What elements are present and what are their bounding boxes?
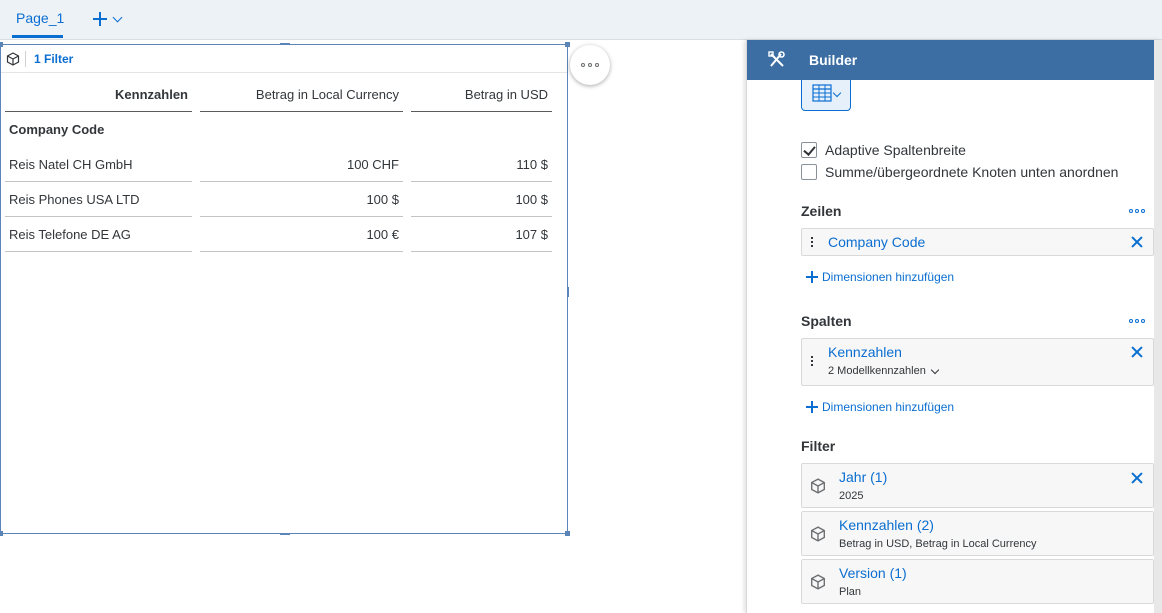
- filter-token-version[interactable]: Version (1) Plan: [801, 559, 1154, 604]
- overflow-dot: [581, 63, 585, 67]
- overflow-dot: [1135, 319, 1139, 323]
- remove-icon[interactable]: [1131, 236, 1143, 248]
- resize-handle-left[interactable]: [0, 287, 1, 297]
- model-measures-label: 2 Modellkennzahlen: [828, 365, 926, 377]
- builder-header: Builder: [747, 40, 1162, 80]
- overflow-dot: [1129, 209, 1133, 213]
- overflow-dot: [595, 63, 599, 67]
- columns-measures-token[interactable]: Kennzahlen 2 Modellkennzahlen: [801, 338, 1154, 386]
- column-header-usd[interactable]: Betrag in USD: [411, 77, 552, 112]
- column-header-measures[interactable]: Kennzahlen: [5, 77, 192, 112]
- overflow-dot: [1129, 319, 1133, 323]
- option-adaptive-column-width[interactable]: Adaptive Spaltenbreite: [801, 142, 966, 158]
- adaptive-column-width-label: Adaptive Spaltenbreite: [825, 142, 966, 158]
- model-cube-icon: [810, 574, 826, 595]
- drag-handle-icon[interactable]: [811, 356, 813, 366]
- add-page-button[interactable]: [92, 8, 132, 30]
- overflow-dot: [1141, 319, 1145, 323]
- filter-token-title[interactable]: Kennzahlen (2): [839, 517, 934, 533]
- widget-toolbar: 1 Filter: [1, 45, 567, 73]
- overflow-dot: [1141, 209, 1145, 213]
- table-widget[interactable]: 1 Filter Kennzahlen Betrag in Local Curr…: [0, 42, 570, 536]
- columns-add-dimension-button[interactable]: Dimensionen hinzufügen: [806, 400, 954, 414]
- cell-usd[interactable]: 110 $: [411, 147, 552, 182]
- add-dimension-label: Dimensionen hinzufügen: [822, 270, 955, 284]
- widget-more-actions-button[interactable]: [570, 45, 610, 85]
- table-row[interactable]: Reis Natel CH GmbH 100 CHF 110 $: [5, 147, 552, 182]
- tab-page-1[interactable]: Page_1: [16, 0, 64, 40]
- table-row[interactable]: Reis Telefone DE AG 100 € 107 $: [5, 217, 552, 252]
- overflow-dot: [588, 63, 592, 67]
- cell-local-currency[interactable]: 100 CHF: [200, 147, 403, 182]
- panel-scrollbar[interactable]: [1154, 40, 1162, 613]
- resize-handle-right[interactable]: [567, 287, 569, 297]
- resize-handle-bottom[interactable]: [280, 533, 290, 535]
- filter-token-title[interactable]: Version (1): [839, 565, 907, 581]
- model-cube-icon: [810, 526, 826, 547]
- model-cube-icon: [810, 478, 826, 499]
- row-label[interactable]: Reis Natel CH GmbH: [5, 147, 192, 182]
- rows-more-button[interactable]: [1129, 209, 1145, 213]
- chevron-down-icon: [832, 88, 842, 98]
- page-tab-bar: Page_1: [0, 0, 1162, 40]
- sum-nodes-bottom-label: Summe/übergeordnete Knoten unten anordne…: [825, 164, 1119, 180]
- plus-icon: [806, 271, 818, 283]
- chevron-down-icon: [930, 365, 940, 374]
- model-measures-dropdown[interactable]: 2 Modellkennzahlen: [828, 365, 940, 377]
- remove-icon[interactable]: [1131, 346, 1143, 358]
- rows-dimension-token[interactable]: Company Code: [801, 228, 1154, 256]
- add-dimension-label: Dimensionen hinzufügen: [822, 400, 955, 414]
- filter-count-link[interactable]: 1 Filter: [34, 52, 73, 66]
- table-header-row: Kennzahlen Betrag in Local Currency Betr…: [5, 77, 552, 112]
- builder-panel: Builder Adaptive Spaltenbreite Summe/übe…: [746, 40, 1162, 613]
- row-label[interactable]: Reis Telefone DE AG: [5, 217, 192, 252]
- overflow-dot: [1135, 209, 1139, 213]
- model-cube-icon: [3, 49, 23, 69]
- resize-handle-corner[interactable]: [0, 531, 3, 536]
- column-header-local-currency[interactable]: Betrag in Local Currency: [200, 77, 403, 112]
- tools-icon: [767, 50, 787, 70]
- cell-usd[interactable]: 107 $: [411, 217, 552, 252]
- data-table: Kennzahlen Betrag in Local Currency Betr…: [5, 77, 552, 252]
- remove-icon[interactable]: [1131, 472, 1143, 484]
- table-icon: [812, 83, 832, 107]
- chart-type-button[interactable]: [801, 80, 851, 111]
- filter-section-title: Filter: [801, 438, 836, 454]
- toolbar-divider: [25, 50, 26, 67]
- sum-nodes-bottom-checkbox[interactable]: [801, 164, 817, 180]
- filter-token-measures[interactable]: Kennzahlen (2) Betrag in USD, Betrag in …: [801, 511, 1154, 556]
- cell-usd[interactable]: 100 $: [411, 182, 552, 217]
- builder-title: Builder: [809, 52, 858, 68]
- rows-section-title: Zeilen: [801, 203, 842, 219]
- chevron-down-icon: [112, 12, 123, 22]
- row-dimension-header[interactable]: Company Code: [5, 112, 192, 147]
- filter-token-value: Plan: [839, 586, 862, 598]
- plus-icon: [806, 401, 818, 413]
- filter-token-year[interactable]: Jahr (1) 2025: [801, 463, 1154, 508]
- active-tab-indicator: [12, 35, 63, 38]
- cell-local-currency[interactable]: 100 €: [200, 217, 403, 252]
- table-row[interactable]: Reis Phones USA LTD 100 $ 100 $: [5, 182, 552, 217]
- columns-more-button[interactable]: [1129, 319, 1145, 323]
- filter-token-title[interactable]: Jahr (1): [839, 469, 887, 485]
- plus-icon: [92, 11, 108, 27]
- cell-local-currency[interactable]: 100 $: [200, 182, 403, 217]
- columns-token-label[interactable]: Kennzahlen: [828, 344, 902, 360]
- drag-handle-icon[interactable]: [811, 237, 813, 247]
- resize-handle-corner[interactable]: [565, 531, 570, 536]
- rows-add-dimension-button[interactable]: Dimensionen hinzufügen: [806, 270, 954, 284]
- rows-token-label[interactable]: Company Code: [828, 234, 925, 250]
- group-header-row: Company Code: [5, 112, 552, 147]
- option-sum-nodes-bottom[interactable]: Summe/übergeordnete Knoten unten anordne…: [801, 164, 1118, 180]
- row-label[interactable]: Reis Phones USA LTD: [5, 182, 192, 217]
- columns-section-title: Spalten: [801, 313, 852, 329]
- filter-token-value: 2025: [839, 490, 864, 502]
- adaptive-column-width-checkbox[interactable]: [801, 142, 817, 158]
- filter-token-value: Betrag in USD, Betrag in Local Currency: [839, 538, 1037, 550]
